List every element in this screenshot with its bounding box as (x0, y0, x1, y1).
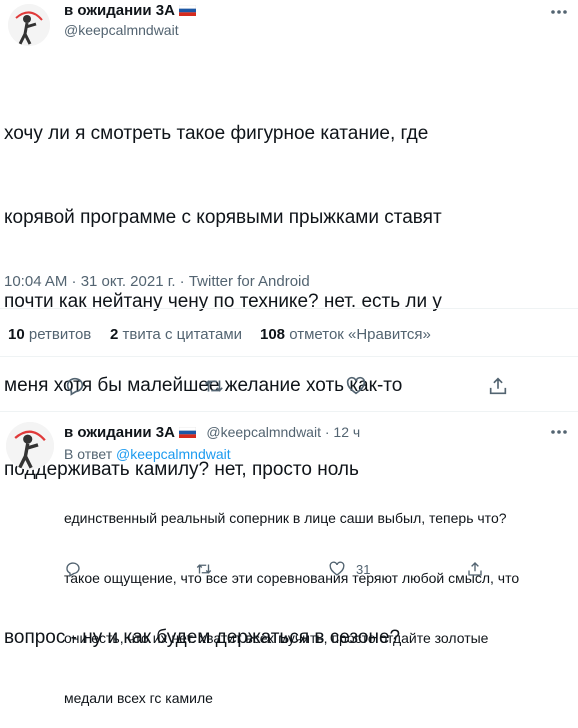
share-button[interactable] (487, 375, 509, 397)
reply-age[interactable]: · 12 ч (321, 424, 360, 440)
reply-author-handle[interactable]: @keepcalmndwait (206, 424, 321, 440)
reply-text-line: медали всех гс камиле (64, 690, 213, 706)
reply-to: В ответ @keepcalmndwait (64, 446, 231, 462)
reply-text-line: такое ощущение, что все эти соревнования… (64, 570, 520, 586)
author-name-text: в ожидании 3А (64, 2, 175, 19)
likes-stat[interactable]: 108 отметок «Нравится» (260, 326, 431, 343)
tweet-text-line: хочу ли я смотреть такое фигурное катани… (4, 123, 429, 144)
retweets-count: 10 (8, 326, 25, 343)
reply-to-link[interactable]: @keepcalmndwait (116, 446, 231, 462)
reply-retweet-button[interactable] (195, 560, 213, 578)
tweet-text-line: корявой программе с корявыми прыжками ст… (4, 207, 442, 228)
like-icon (346, 376, 366, 395)
more-button[interactable] (548, 4, 570, 20)
reply-likes-count: 31 (356, 561, 371, 577)
avatar[interactable] (8, 4, 50, 46)
likes-label: отметок «Нравится» (285, 326, 431, 343)
share-icon (489, 377, 507, 395)
reply-header: в ожидании 3А @keepcalmndwait · 12 ч (64, 424, 360, 442)
quotes-label: твита с цитатами (118, 326, 243, 343)
quotes-stat[interactable]: 2 твита с цитатами (110, 326, 242, 343)
more-icon (551, 10, 567, 14)
retweets-stat[interactable]: 10 ретвитов (8, 326, 91, 343)
tweet-timestamp[interactable]: 10:04 AM · 31 окт. 2021 г. · Twitter for… (4, 273, 310, 290)
reply-icon (66, 377, 84, 396)
reply-to-prefix: В ответ (64, 446, 117, 462)
divider (0, 356, 578, 357)
divider (0, 411, 578, 412)
like-icon (329, 561, 345, 576)
reply-author-name[interactable]: в ожидании 3А (64, 424, 175, 441)
retweet-icon (196, 564, 212, 574)
reply-reply-button[interactable] (64, 560, 82, 578)
avatar-image (8, 4, 50, 46)
reply-text: единственный реальный соперник в лице са… (64, 468, 574, 728)
russia-flag-icon (178, 427, 196, 438)
reply-avatar[interactable] (6, 422, 54, 470)
more-icon (551, 430, 567, 434)
retweets-label: ретвитов (24, 326, 92, 343)
reply-text-line: единственный реальный соперник в лице са… (64, 510, 507, 526)
likes-count: 108 (260, 326, 286, 343)
avatar-image (6, 422, 54, 470)
reply-text-line: они есть, что их нет. хватит всех мучить… (64, 630, 489, 646)
tweet-text-line: почти как нейтану чену по технике? нет. … (4, 291, 442, 312)
retweet-button[interactable] (203, 375, 225, 397)
reply-icon (66, 562, 80, 577)
share-icon (468, 562, 482, 576)
reply-share-button[interactable] (466, 560, 484, 578)
retweet-icon (205, 380, 223, 392)
like-button[interactable] (345, 375, 367, 397)
author-handle[interactable]: @keepcalmndwait (64, 22, 179, 38)
reply-button[interactable] (64, 375, 86, 397)
more-button[interactable] (548, 424, 570, 440)
divider (0, 308, 578, 309)
author-name[interactable]: в ожидании 3А (64, 2, 196, 19)
reply-like-button[interactable]: 31 (328, 560, 370, 578)
russia-flag-icon (178, 5, 196, 16)
